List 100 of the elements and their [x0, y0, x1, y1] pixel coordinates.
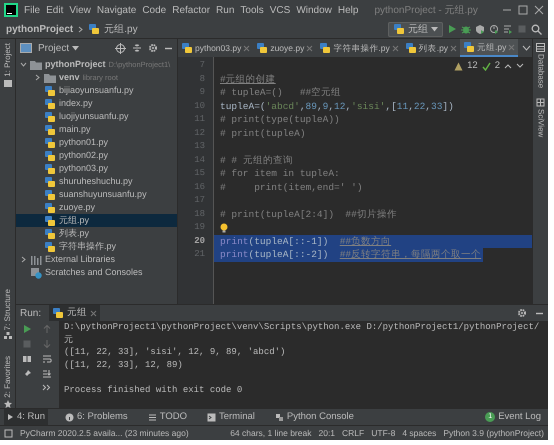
warning-count[interactable]: 12: [467, 59, 478, 74]
list-icon: [148, 412, 157, 422]
tree-item[interactable]: python01.py: [16, 136, 177, 149]
menu-item[interactable]: Help: [338, 2, 358, 18]
maximize-icon[interactable]: [518, 5, 528, 15]
code-line: print(tupleA[::-1]) ##负数方向: [220, 234, 392, 248]
tool-window-tab[interactable]: 1: Project: [2, 43, 14, 87]
code-line: # for item in tupleA:: [220, 167, 340, 180]
menu-item[interactable]: View: [69, 2, 91, 18]
tree-item[interactable]: 元组.py: [16, 214, 177, 227]
close-icon[interactable]: [392, 44, 399, 52]
close-icon[interactable]: [90, 310, 98, 316]
close-icon[interactable]: [243, 44, 250, 52]
tool-window-tab[interactable]: Python Console: [272, 409, 357, 425]
tree-item[interactable]: index.py: [16, 97, 177, 110]
status-item[interactable]: UTF-8: [371, 426, 396, 440]
run-configuration-dropdown[interactable]: 元组: [388, 22, 443, 36]
menu-item[interactable]: Navigate: [96, 2, 136, 18]
code-line: # print(item,end=' '): [220, 180, 363, 194]
tree-item[interactable]: python03.py: [16, 162, 177, 175]
console-output: Process finished with exit code 0: [64, 384, 244, 396]
library-icon: [30, 254, 42, 264]
tree-item[interactable]: suanshuyunsuanfu.py: [16, 188, 177, 201]
previous-icon[interactable]: [504, 63, 512, 70]
close-icon[interactable]: [306, 44, 314, 52]
layout-icon[interactable]: [22, 354, 32, 364]
panel-toggle-icon[interactable]: [4, 428, 13, 438]
editor-tab[interactable]: 列表.py: [402, 39, 460, 57]
soft-wrap-icon[interactable]: [42, 354, 52, 364]
status-item[interactable]: 4 spaces: [402, 426, 436, 440]
database-icon: [536, 43, 545, 52]
code-line: tupleA=('abcd',89,9,12,'sisi',[11,22,33]): [220, 100, 454, 113]
editor-tab[interactable]: 元组.py: [460, 39, 518, 57]
menu-item[interactable]: Window: [296, 2, 332, 18]
next-icon[interactable]: [516, 63, 524, 70]
breadcrumb-item[interactable]: pythonProject: [6, 22, 74, 36]
concurrency-icon[interactable]: [503, 24, 513, 34]
search-icon[interactable]: [531, 24, 542, 34]
status-item[interactable]: 64 chars, 1 line break: [230, 426, 312, 440]
info-icon: [65, 412, 74, 422]
close-icon[interactable]: [534, 5, 544, 15]
tree-item[interactable]: External Libraries: [16, 253, 177, 266]
python-file-icon: [44, 124, 56, 136]
menu-item[interactable]: File: [24, 2, 40, 18]
settings-icon[interactable]: [517, 308, 527, 318]
status-message[interactable]: PyCharm 2020.2.5 availa... (23 minutes ago): [20, 426, 189, 440]
menu-item[interactable]: VCS: [270, 2, 290, 18]
run-icon[interactable]: [447, 24, 457, 34]
more-icon[interactable]: [42, 384, 52, 391]
menu-item[interactable]: Refactor: [172, 2, 210, 18]
code-line: #元组的创建: [220, 72, 276, 86]
tree-item[interactable]: 字符串操作.py: [16, 240, 177, 253]
python-file-icon: [181, 42, 193, 54]
menu-item[interactable]: Edit: [46, 2, 64, 18]
tree-item[interactable]: Scratches and Consoles: [16, 266, 177, 279]
python-file-icon: [44, 228, 56, 240]
debug-icon[interactable]: [461, 24, 471, 34]
editor-tab[interactable]: 字符串操作.py: [316, 39, 402, 57]
tool-window-tab[interactable]: TODO: [144, 409, 190, 425]
tree-item[interactable]: shuruheshuchu.py: [16, 175, 177, 188]
rerun-icon[interactable]: [22, 324, 32, 334]
menu-item[interactable]: Code: [142, 2, 166, 18]
status-item[interactable]: Python 3.9 (pythonProject): [443, 426, 544, 440]
status-item[interactable]: 20:1: [318, 426, 336, 440]
tool-window-tab[interactable]: 4: Run: [4, 409, 48, 425]
tree-item[interactable]: python02.py: [16, 149, 177, 162]
close-icon[interactable]: [450, 44, 458, 52]
project-view-dropdown[interactable]: Project: [38, 40, 80, 56]
tree-item[interactable]: bijiaoyunsuanfu.py: [16, 84, 177, 97]
tree-item[interactable]: main.py: [16, 123, 177, 136]
profile-icon[interactable]: [489, 24, 499, 34]
tree-item[interactable]: luojiyunsuanfu.py: [16, 110, 177, 123]
coverage-icon[interactable]: [475, 24, 485, 34]
editor-tab[interactable]: python03.py: [178, 39, 254, 57]
check-count[interactable]: 2: [494, 59, 500, 74]
tree-item[interactable]: zuoye.py: [16, 201, 177, 214]
python-file-icon: [393, 23, 405, 35]
tool-window-tab[interactable]: SciView: [534, 98, 546, 138]
locate-icon[interactable]: [115, 42, 126, 54]
settings-icon[interactable]: [148, 43, 158, 53]
console-output: ([11, 22, 33], 'sisi', 12, 9, 89, 'abcd'): [64, 346, 286, 358]
breadcrumb-item[interactable]: 元组.py: [104, 22, 138, 36]
app-logo-icon: [4, 3, 18, 17]
tool-window-tab[interactable]: Database: [534, 43, 546, 88]
code-line: # print(tupleA): [220, 126, 306, 140]
scroll-to-end-icon[interactable]: [42, 369, 52, 379]
menu-item[interactable]: Tools: [240, 2, 264, 18]
check-icon: [482, 62, 491, 71]
lightbulb-icon[interactable]: [220, 222, 228, 233]
editor-tab[interactable]: zuoye.py: [253, 39, 316, 57]
run-tab[interactable]: 元组: [49, 305, 100, 321]
tool-window-tab[interactable]: 6: Problems: [62, 409, 131, 425]
tree-item[interactable]: 列表.py: [16, 227, 177, 240]
tool-window-tab[interactable]: Terminal: [204, 409, 258, 425]
status-item[interactable]: CRLF: [342, 426, 364, 440]
menu-item[interactable]: Run: [216, 2, 234, 18]
python-file-icon: [463, 41, 476, 53]
collapse-all-icon[interactable]: [132, 43, 142, 53]
tool-window-tab[interactable]: 7: Structure: [2, 288, 14, 340]
tool-window-tab[interactable]: 2: Favorites: [2, 356, 14, 408]
